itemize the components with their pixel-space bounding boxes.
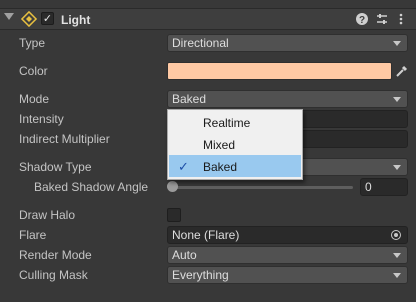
- eyedropper-icon[interactable]: [394, 63, 410, 79]
- component-title: Light: [61, 13, 91, 27]
- menu-item-label: Baked: [203, 160, 238, 174]
- mode-value: Baked: [172, 92, 207, 106]
- draw-halo-label: Draw Halo: [19, 208, 76, 222]
- baked-shadow-angle-field[interactable]: 0: [360, 178, 408, 196]
- mode-dropdown-menu: Realtime Mixed ✓ Baked: [167, 109, 303, 180]
- slider-track[interactable]: [173, 186, 353, 189]
- mode-dropdown[interactable]: Baked: [167, 90, 408, 108]
- triangle-down-icon[interactable]: [4, 13, 14, 20]
- help-icon[interactable]: ?: [355, 12, 369, 26]
- preset-icon[interactable]: [375, 12, 389, 26]
- row-color: Color: [0, 61, 416, 81]
- row-baked-shadow-angle: Baked Shadow Angle 0: [0, 177, 416, 197]
- checkmark-icon: ✓: [178, 159, 189, 174]
- kebab-menu-icon[interactable]: [394, 12, 408, 26]
- menu-item-realtime[interactable]: Realtime: [169, 111, 301, 133]
- type-value: Directional: [172, 36, 229, 50]
- render-mode-value: Auto: [172, 248, 197, 262]
- row-mode: Mode Baked: [0, 89, 416, 109]
- menu-item-label: Realtime: [203, 116, 251, 130]
- svg-text:?: ?: [359, 15, 365, 26]
- mode-label: Mode: [19, 92, 50, 106]
- menu-item-baked[interactable]: ✓ Baked: [169, 155, 301, 177]
- culling-mask-label: Culling Mask: [19, 268, 88, 282]
- flare-label: Flare: [19, 228, 47, 242]
- row-render-mode: Render Mode Auto: [0, 245, 416, 265]
- row-type: Type Directional: [0, 33, 416, 53]
- flare-object-field[interactable]: None (Flare): [167, 226, 408, 244]
- draw-halo-checkbox[interactable]: [167, 208, 181, 222]
- indirect-multiplier-label: Indirect Multiplier: [19, 132, 110, 146]
- row-draw-halo: Draw Halo: [0, 205, 416, 225]
- render-mode-label: Render Mode: [19, 248, 92, 262]
- culling-mask-dropdown[interactable]: Everything: [167, 266, 408, 284]
- component-header[interactable]: ✓ Light ?: [0, 8, 416, 30]
- intensity-label: Intensity: [19, 112, 64, 126]
- menu-item-mixed[interactable]: Mixed: [169, 133, 301, 155]
- render-mode-dropdown[interactable]: Auto: [167, 246, 408, 264]
- slider-thumb[interactable]: [167, 181, 178, 192]
- component-enabled-checkbox[interactable]: ✓: [41, 12, 54, 25]
- color-label: Color: [19, 64, 48, 78]
- baked-shadow-angle-label: Baked Shadow Angle: [34, 180, 149, 194]
- type-dropdown[interactable]: Directional: [167, 34, 408, 52]
- row-culling-mask: Culling Mask Everything: [0, 265, 416, 285]
- menu-item-label: Mixed: [203, 138, 236, 152]
- type-label: Type: [19, 36, 46, 50]
- chevron-down-icon: [393, 41, 401, 46]
- object-picker-icon[interactable]: [391, 230, 401, 240]
- chevron-down-icon: [393, 273, 401, 278]
- color-swatch[interactable]: [167, 62, 392, 80]
- chevron-down-icon: [393, 165, 401, 170]
- flare-value: None (Flare): [172, 228, 240, 242]
- chevron-down-icon: [393, 97, 401, 102]
- culling-mask-value: Everything: [172, 268, 229, 282]
- chevron-down-icon: [393, 253, 401, 258]
- shadow-type-label: Shadow Type: [19, 160, 92, 174]
- row-flare: Flare None (Flare): [0, 225, 416, 245]
- light-component-icon: [21, 11, 37, 27]
